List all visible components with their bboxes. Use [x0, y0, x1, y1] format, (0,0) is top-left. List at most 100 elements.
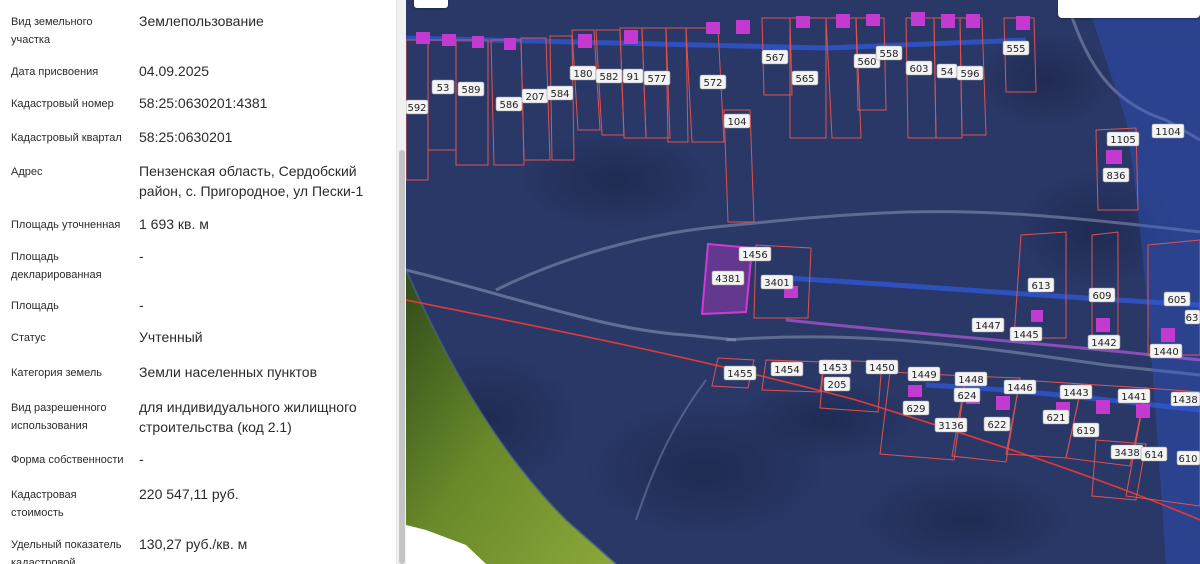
info-label: Статус: [11, 332, 46, 344]
svg-text:1443: 1443: [1063, 388, 1088, 399]
info-value: 1 693 кв. м: [139, 216, 209, 232]
parcel-label: 54: [936, 63, 958, 79]
parcel-label: 565: [791, 70, 819, 86]
parcel-label: 622: [983, 416, 1011, 432]
parcel-label: 605: [1163, 291, 1191, 307]
svg-text:3438: 3438: [1114, 448, 1139, 459]
info-value: Земли населенных пунктов: [139, 364, 318, 380]
svg-text:1105: 1105: [1110, 135, 1135, 146]
map-view[interactable]: 592 53 589 586 207 584 180 582 91 577 57…: [406, 0, 1200, 564]
parcel-label: 603: [905, 60, 933, 76]
svg-text:609: 609: [1092, 291, 1111, 302]
parcel-label: 180: [569, 65, 597, 81]
svg-text:104: 104: [727, 117, 746, 128]
svg-text:63: 63: [1186, 313, 1199, 324]
parcel-label: 1446: [1003, 379, 1037, 395]
svg-text:1455: 1455: [727, 369, 752, 380]
parcel-label: 1440: [1149, 343, 1183, 359]
svg-text:622: 622: [987, 420, 1006, 431]
parcel-label: 592: [406, 99, 429, 115]
parcel-label: 836: [1102, 167, 1130, 183]
parcel-label: 3401: [760, 274, 794, 290]
parcel-label: 1453: [818, 359, 852, 375]
svg-text:610: 610: [1178, 454, 1197, 465]
scrollbar-thumb[interactable]: [399, 150, 405, 564]
info-value: 58:25:0630201: [139, 129, 233, 145]
map-search-box[interactable]: [1058, 0, 1200, 18]
parcel-label: 567: [761, 49, 789, 65]
parcel-label: 613: [1027, 277, 1055, 293]
parcel-label: 1104: [1151, 123, 1185, 139]
info-label: Площадь: [11, 300, 59, 312]
parcel-label: 1105: [1106, 131, 1140, 147]
svg-text:572: 572: [703, 78, 722, 89]
svg-text:54: 54: [941, 67, 954, 78]
parcel-label: 205: [823, 376, 851, 392]
parcel-label: 1455: [723, 365, 757, 381]
panel-scrollbar[interactable]: [396, 0, 406, 564]
parcel-label: 1445: [1009, 326, 1043, 342]
info-label: Форма собственности: [11, 454, 124, 466]
svg-text:207: 207: [525, 92, 544, 103]
info-label: Удельный показатель кадастровой: [11, 539, 122, 564]
parcel-label: 614: [1140, 446, 1168, 462]
parcel-label: 572: [699, 74, 727, 90]
cadastral-value: 220 547,11 руб.: [139, 486, 239, 502]
parcel-label: 629: [902, 400, 930, 416]
info-label: Кадастровый номер: [11, 98, 114, 110]
info-value: 130,27 руб./кв. м: [139, 536, 248, 552]
info-label: Категория земель: [11, 367, 102, 379]
info-value: -: [139, 248, 144, 264]
parcel-label: 558: [875, 45, 903, 61]
parcel-label: 1456: [738, 246, 772, 262]
parcel-label: 582: [595, 68, 623, 84]
info-label: Площадь уточненная: [11, 219, 121, 231]
svg-text:584: 584: [550, 89, 569, 100]
svg-text:3401: 3401: [764, 278, 789, 289]
parcel-label: 609: [1088, 287, 1116, 303]
svg-text:1445: 1445: [1013, 330, 1038, 341]
parcel-label: 610: [1176, 450, 1200, 466]
svg-text:91: 91: [627, 72, 640, 83]
svg-text:555: 555: [1006, 44, 1025, 55]
svg-text:558: 558: [879, 49, 898, 60]
parcel-label: 596: [956, 65, 984, 81]
svg-text:53: 53: [437, 83, 450, 94]
svg-text:592: 592: [407, 103, 426, 114]
parcel-label: 1442: [1087, 334, 1121, 350]
parcel-label: 104: [723, 113, 751, 129]
svg-text:560: 560: [857, 57, 876, 68]
map-canvas[interactable]: 592 53 589 586 207 584 180 582 91 577 57…: [406, 0, 1200, 564]
info-label: Площадь декларированная: [11, 251, 102, 281]
info-label: Адрес: [11, 166, 43, 178]
parcel-label: 577: [643, 70, 671, 86]
svg-text:624: 624: [957, 391, 976, 402]
info-value: Землепользование: [139, 13, 264, 29]
svg-text:1104: 1104: [1155, 127, 1180, 138]
parcel-label: 619: [1072, 422, 1100, 438]
svg-text:1449: 1449: [911, 370, 936, 381]
svg-text:4381: 4381: [715, 274, 740, 285]
parcel-label: 584: [546, 85, 574, 101]
info-value: -: [139, 297, 144, 313]
parcel-label: 91: [622, 68, 644, 84]
svg-text:613: 613: [1031, 281, 1050, 292]
svg-text:205: 205: [827, 380, 846, 391]
svg-text:577: 577: [647, 74, 666, 85]
svg-text:582: 582: [599, 72, 618, 83]
parcel-label: 1454: [770, 361, 804, 377]
svg-text:1442: 1442: [1091, 338, 1116, 349]
parcel-label: 589: [457, 81, 485, 97]
map-control-button[interactable]: [414, 0, 448, 8]
svg-text:586: 586: [499, 100, 518, 111]
parcel-label: 207: [521, 88, 549, 104]
svg-text:565: 565: [795, 74, 814, 85]
parcel-label: 4381: [711, 270, 745, 286]
svg-text:629: 629: [906, 404, 925, 415]
parcel-label: 1450: [865, 359, 899, 375]
parcel-info-panel: Вид земельного участка Землепользование …: [0, 0, 396, 564]
info-value: -: [139, 451, 144, 467]
status-value: Учтенный: [139, 329, 203, 345]
svg-text:1456: 1456: [742, 250, 767, 261]
svg-text:1441: 1441: [1121, 392, 1146, 403]
